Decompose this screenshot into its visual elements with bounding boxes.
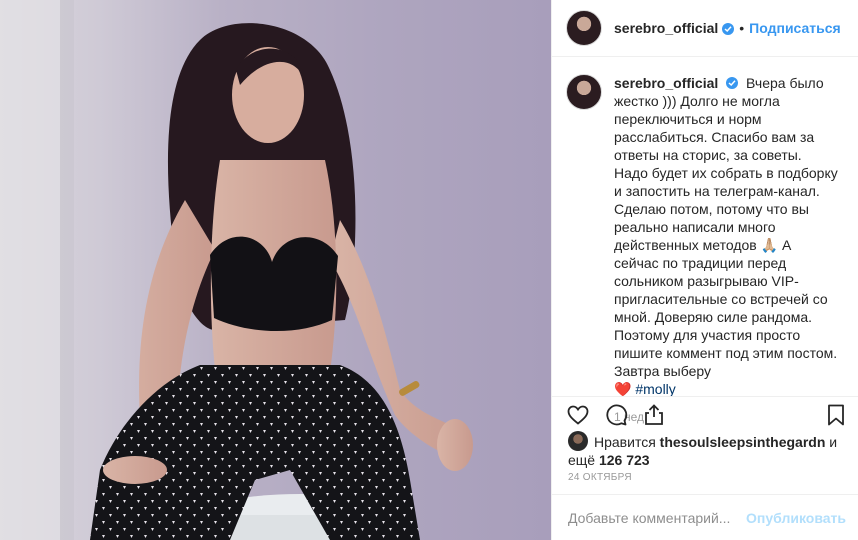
comment-icon[interactable] <box>604 403 628 427</box>
caption-row: serebro_official Вчера было жестко ))) Д… <box>566 74 842 398</box>
bookmark-icon[interactable] <box>824 403 848 427</box>
caption-username[interactable]: serebro_official <box>614 75 718 91</box>
share-icon[interactable] <box>642 403 666 427</box>
header-separator: • <box>739 20 745 36</box>
likes-count: 126 723 <box>598 452 650 468</box>
likes-summary: Нравится thesoulsleepsinthegardn и ещё 1… <box>568 431 846 469</box>
action-bar <box>552 396 858 432</box>
caption-author-avatar[interactable] <box>566 74 602 110</box>
likes-conjunction: и <box>829 434 838 450</box>
add-comment-bar: Добавьте комментарий... Опубликовать <box>552 494 858 540</box>
post-date[interactable]: 24 ОКТЯБРЯ <box>568 472 632 483</box>
photo-illustration <box>0 0 473 540</box>
likes-more-prefix: ещё <box>568 452 596 468</box>
likes-count-line[interactable]: ещё 126 723 <box>568 451 846 469</box>
caption-text: Вчера было жестко ))) Долго не могла пер… <box>614 75 838 379</box>
follow-button[interactable]: Подписаться <box>749 20 841 36</box>
liker-username[interactable]: thesoulsleepsinthegardn <box>660 434 826 450</box>
liker-avatar[interactable] <box>568 431 588 451</box>
verified-badge-icon <box>726 77 739 89</box>
verified-badge-icon <box>722 23 735 35</box>
likes-prefix: Нравится <box>594 434 656 450</box>
caption: serebro_official Вчера было жестко ))) Д… <box>614 74 839 398</box>
instagram-post: serebro_official • Подписаться serebro_o… <box>0 0 858 540</box>
comment-input[interactable]: Добавьте комментарий... <box>568 510 746 526</box>
hashtag-link[interactable]: #molly <box>635 381 675 397</box>
comments-area: serebro_official Вчера было жестко ))) Д… <box>552 58 858 424</box>
post-header: serebro_official • Подписаться <box>552 0 858 57</box>
author-username[interactable]: serebro_official <box>614 20 718 36</box>
heart-outline-icon[interactable] <box>566 403 590 427</box>
post-photo[interactable] <box>0 0 551 540</box>
author-avatar[interactable] <box>566 10 602 46</box>
publish-button[interactable]: Опубликовать <box>746 510 846 526</box>
post-side-panel: serebro_official • Подписаться serebro_o… <box>551 0 858 540</box>
red-heart-emoji: ❤️ <box>614 381 632 397</box>
